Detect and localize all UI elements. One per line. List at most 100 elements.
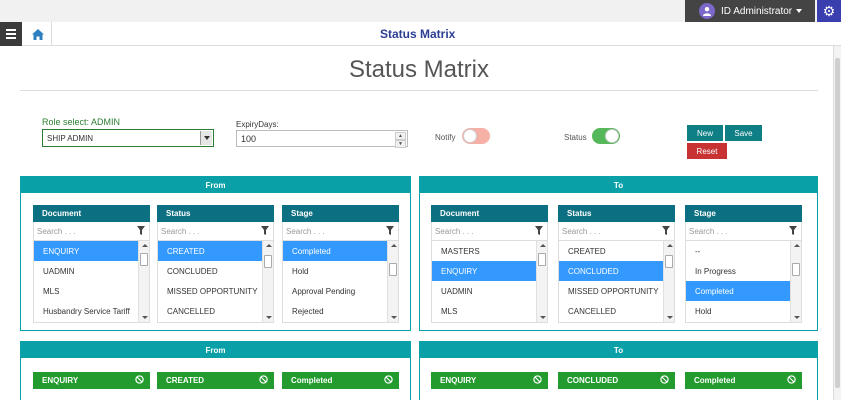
list-item[interactable]: CANCELLED: [158, 301, 262, 321]
remove-icon[interactable]: [533, 375, 542, 386]
list-scrollbar[interactable]: [663, 241, 674, 322]
scrollbar-thumb[interactable]: [264, 255, 272, 268]
list-item[interactable]: ENQUIRY: [34, 241, 138, 261]
document-search-input[interactable]: Search . . .: [33, 222, 150, 241]
user-menu[interactable]: ID Administrator: [685, 0, 815, 22]
scroll-down-icon[interactable]: [391, 316, 397, 319]
list-item[interactable]: Completed: [283, 241, 387, 261]
to-stage-listbox[interactable]: Stage Search . . . -- In Progress Completed H…: [685, 205, 802, 323]
chip-label: CREATED: [166, 376, 205, 385]
summary-to-panel: To ENQUIRY CONCLUDED Completed: [419, 341, 818, 400]
list-item[interactable]: Approval Pending: [283, 281, 387, 301]
list-item[interactable]: MISSED OPPORTUNITY: [158, 281, 262, 301]
status-toggle[interactable]: [592, 128, 620, 144]
list-item[interactable]: CREATED: [559, 241, 663, 261]
role-select[interactable]: SHIP ADMIN: [42, 129, 214, 147]
notify-toggle[interactable]: [462, 128, 490, 144]
to-panel-title: To: [420, 177, 817, 193]
document-header: Document: [431, 205, 548, 222]
menu-toggle-button[interactable]: [0, 22, 22, 46]
scroll-down-icon[interactable]: [667, 316, 673, 319]
remove-icon[interactable]: [135, 375, 144, 386]
list-scrollbar[interactable]: [138, 241, 149, 322]
status-search-input[interactable]: Search . . .: [558, 222, 675, 241]
page-scrollbar[interactable]: [833, 46, 841, 400]
scrollbar-thumb[interactable]: [538, 253, 546, 266]
scroll-up-icon[interactable]: [142, 244, 148, 247]
filter-icon[interactable]: [789, 226, 797, 237]
reset-button[interactable]: Reset: [687, 143, 727, 159]
list-item[interactable]: Hold: [686, 301, 790, 321]
page-scrollbar-thumb[interactable]: [835, 58, 840, 388]
from-stage-listbox[interactable]: Stage Search . . . Completed Hold Approval P…: [282, 205, 399, 323]
document-header: Document: [33, 205, 150, 222]
scrollbar-thumb[interactable]: [792, 263, 800, 276]
home-button[interactable]: [24, 22, 52, 46]
chip-label: CONCLUDED: [567, 376, 619, 385]
list-item[interactable]: MISSED OPPORTUNITY: [559, 281, 663, 301]
document-search-input[interactable]: Search . . .: [431, 222, 548, 241]
list-scrollbar[interactable]: [387, 241, 398, 322]
list-scrollbar[interactable]: [536, 241, 547, 322]
expiry-days-input[interactable]: 100 ▲ ▼: [236, 130, 408, 148]
filter-icon[interactable]: [261, 226, 269, 237]
spin-down-icon[interactable]: ▼: [395, 140, 406, 148]
nav-title: Status Matrix: [380, 27, 456, 41]
scrollbar-thumb[interactable]: [665, 255, 673, 268]
scroll-up-icon[interactable]: [266, 244, 272, 247]
from-status-listbox[interactable]: Status Search . . . CREATED CONCLUDED MISSED…: [157, 205, 274, 323]
filter-icon[interactable]: [662, 226, 670, 237]
list-item[interactable]: CREATED: [158, 241, 262, 261]
remove-icon[interactable]: [787, 375, 796, 386]
list-item[interactable]: In Progress: [686, 261, 790, 281]
to-status-listbox[interactable]: Status Search . . . CREATED CONCLUDED MISSED…: [558, 205, 675, 323]
scroll-down-icon[interactable]: [794, 316, 800, 319]
stage-search-input[interactable]: Search . . .: [685, 222, 802, 241]
scrollbar-thumb[interactable]: [140, 253, 148, 266]
expiry-days-spinner[interactable]: ▲ ▼: [395, 132, 406, 148]
list-item[interactable]: Husbandry Service Tariff: [34, 301, 138, 321]
list-item[interactable]: CONCLUDED: [559, 261, 663, 281]
remove-icon[interactable]: [384, 375, 393, 386]
list-item[interactable]: Completed: [686, 281, 790, 301]
filter-icon[interactable]: [137, 226, 145, 237]
remove-icon[interactable]: [660, 375, 669, 386]
list-item[interactable]: MLS: [34, 281, 138, 301]
scroll-down-icon[interactable]: [540, 316, 546, 319]
list-item[interactable]: CANCELLED: [559, 301, 663, 321]
spin-up-icon[interactable]: ▲: [395, 132, 406, 140]
scroll-up-icon[interactable]: [540, 244, 546, 247]
dropdown-arrow-icon[interactable]: [200, 131, 212, 145]
filter-icon[interactable]: [535, 226, 543, 237]
list-item[interactable]: CONCLUDED: [158, 261, 262, 281]
list-item[interactable]: UADMIN: [432, 281, 536, 301]
scroll-up-icon[interactable]: [794, 244, 800, 247]
list-item[interactable]: UADMIN: [34, 261, 138, 281]
list-item[interactable]: MASTERS: [432, 241, 536, 261]
settings-button[interactable]: ⚙: [817, 0, 841, 22]
to-document-listbox[interactable]: Document Search . . . MASTERS ENQUIRY UADMIN…: [431, 205, 548, 323]
stage-search-input[interactable]: Search . . .: [282, 222, 399, 241]
from-document-listbox[interactable]: Document Search . . . ENQUIRY UADMIN MLS Husb…: [33, 205, 150, 323]
filter-icon[interactable]: [386, 226, 394, 237]
save-button[interactable]: Save: [725, 125, 762, 141]
remove-icon[interactable]: [259, 375, 268, 386]
scroll-up-icon[interactable]: [391, 244, 397, 247]
list-item[interactable]: Rejected: [283, 301, 387, 321]
scroll-up-icon[interactable]: [667, 244, 673, 247]
divider: [20, 90, 818, 91]
list-item[interactable]: MLS: [432, 301, 536, 321]
nav-bar: Status Matrix: [0, 22, 841, 46]
list-item[interactable]: --: [686, 241, 790, 261]
list-scrollbar[interactable]: [262, 241, 273, 322]
new-button[interactable]: New: [687, 125, 723, 141]
scroll-down-icon[interactable]: [142, 316, 148, 319]
list-item[interactable]: ENQUIRY: [432, 261, 536, 281]
scrollbar-thumb[interactable]: [389, 263, 397, 276]
role-select-value: SHIP ADMIN: [47, 133, 94, 143]
scroll-down-icon[interactable]: [266, 316, 272, 319]
list-scrollbar[interactable]: [790, 241, 801, 322]
status-search-input[interactable]: Search . . .: [157, 222, 274, 241]
document-list: MASTERS ENQUIRY UADMIN MLS: [431, 241, 548, 323]
list-item[interactable]: Hold: [283, 261, 387, 281]
